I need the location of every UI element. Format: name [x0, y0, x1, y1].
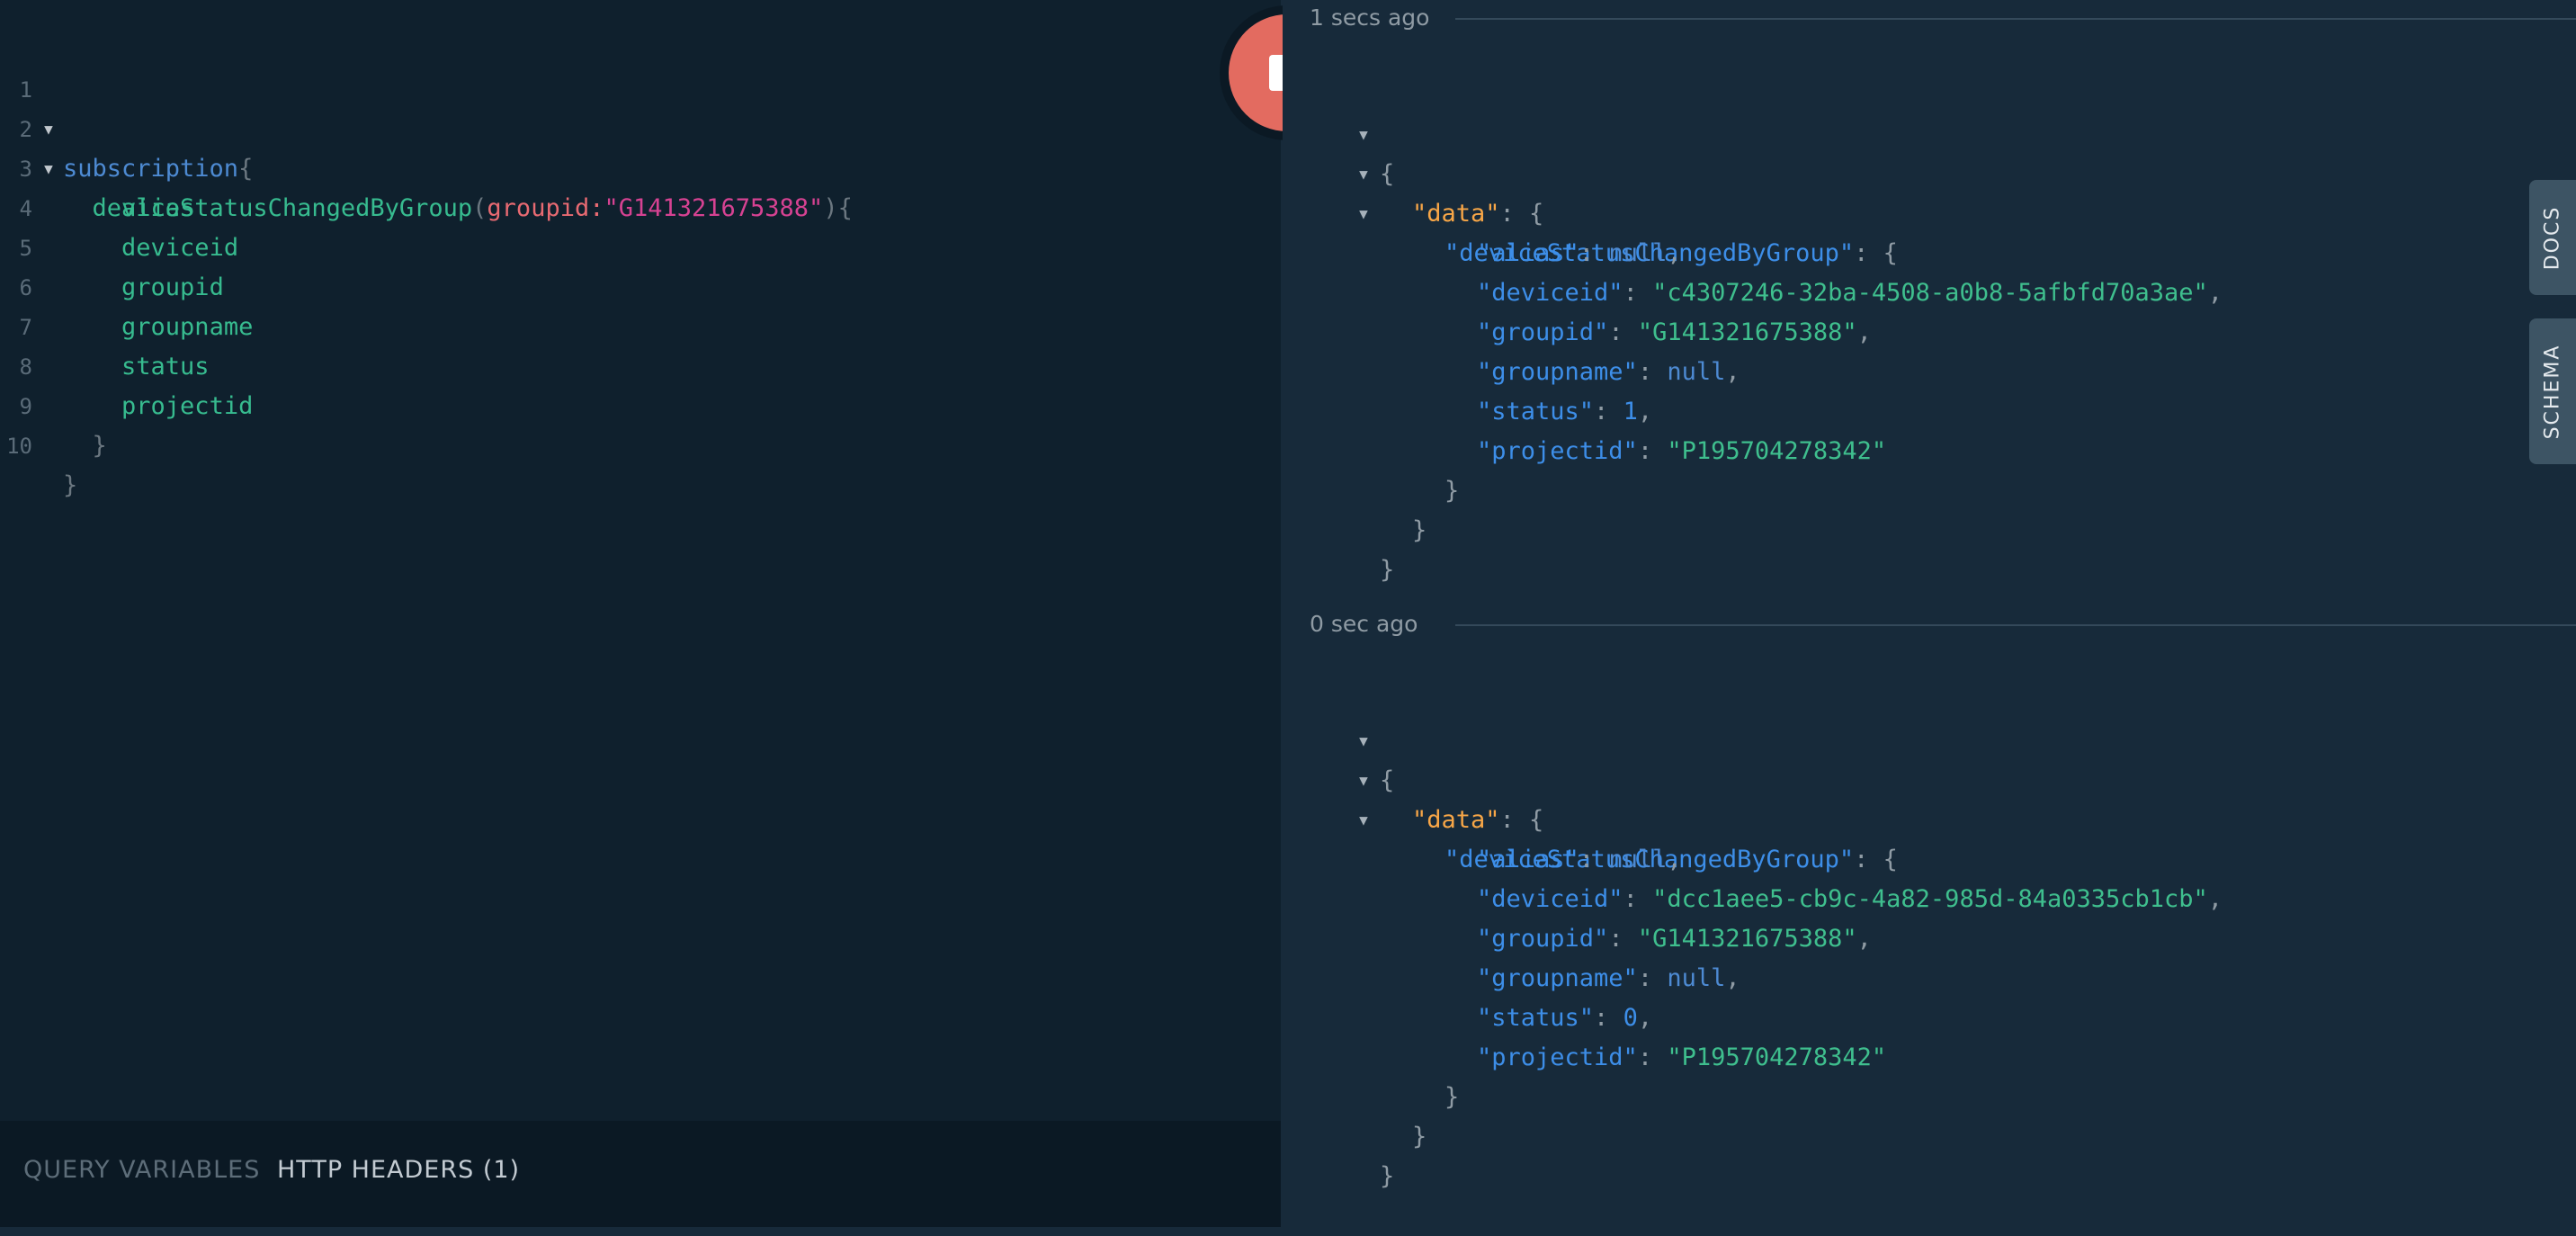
- fold-arrow-icon[interactable]: ▼: [1355, 721, 1373, 761]
- brace: }: [92, 432, 107, 460]
- json-line: ▼ {: [1283, 682, 1394, 794]
- json-line: "groupname": null,: [1477, 358, 1740, 386]
- paren: (: [472, 194, 487, 222]
- json-line: "alias": null,: [1477, 846, 1682, 873]
- json-key: "groupid": [1477, 925, 1609, 953]
- json-line: }: [1445, 1083, 1460, 1111]
- json-value: 1: [1623, 398, 1638, 425]
- fold-arrow-icon[interactable]: ▼: [1355, 194, 1373, 234]
- selection-field: status: [121, 353, 210, 381]
- json-line: "groupname": null,: [1477, 964, 1740, 992]
- tab-query-variables[interactable]: QUERY VARIABLES: [23, 1148, 260, 1193]
- json-key: "deviceid": [1477, 279, 1623, 307]
- editor-line-4: 4 deviceid: [0, 149, 239, 262]
- editor-line-2: 2 ▼ deviceStatusChangedByGroup(groupid:"…: [0, 70, 853, 222]
- docs-tab-label: DOCS: [2541, 205, 2564, 270]
- editor-line-9: 9 }: [0, 347, 107, 460]
- fold-arrow-icon[interactable]: ▼: [1355, 801, 1373, 840]
- selection-field: deviceid: [121, 234, 239, 262]
- json-line: "projectid": "P195704278342": [1477, 437, 1887, 465]
- json-key: "alias": [1477, 846, 1579, 873]
- json-line: }: [1445, 477, 1460, 505]
- json-value: "G141321675388": [1637, 318, 1857, 346]
- argument-value: "G141321675388": [604, 194, 824, 222]
- json-value: null: [1608, 239, 1668, 267]
- query-editor[interactable]: 1 ▼ subscription{ 2 ▼ deviceStatusChange…: [0, 0, 1281, 1121]
- json-line: ▼ {: [1283, 76, 1394, 188]
- json-line: "groupid": "G141321675388",: [1477, 925, 1872, 953]
- fold-arrow-icon[interactable]: ▼: [1355, 761, 1373, 801]
- json-line: "groupid": "G141321675388",: [1477, 318, 1872, 346]
- json-line: }: [1412, 516, 1427, 544]
- json-value: null: [1667, 358, 1726, 386]
- brace: {: [238, 155, 254, 183]
- json-line: }: [1412, 1123, 1427, 1151]
- brace: }: [63, 471, 78, 499]
- json-value: "dcc1aee5-cb9c-4a82-985d-84a0335cb1cb": [1652, 885, 2208, 913]
- json-key-data: "data": [1412, 200, 1500, 228]
- json-line: ▼ "deviceStatusChangedByGroup": {: [1283, 155, 1898, 267]
- json-line: "status": 0,: [1477, 1004, 1653, 1032]
- argument-name: groupid: [487, 194, 590, 222]
- json-line: "status": 1,: [1477, 398, 1653, 425]
- json-line: "deviceid": "c4307246-32ba-4508-a0b8-5af…: [1477, 279, 2223, 307]
- fold-arrow-icon[interactable]: ▼: [1355, 115, 1373, 155]
- paren: ): [823, 194, 838, 222]
- divider: [1455, 18, 2576, 20]
- json-key: "deviceid": [1477, 885, 1623, 913]
- tab-http-headers[interactable]: HTTP HEADERS (1): [277, 1148, 520, 1193]
- json-key-data: "data": [1412, 806, 1500, 834]
- json-line: ▼ "data": {: [1283, 115, 1543, 228]
- json-line: "projectid": "P195704278342": [1477, 1043, 1887, 1071]
- schema-tab[interactable]: SCHEMA: [2529, 318, 2576, 464]
- json-key: "projectid": [1477, 1043, 1638, 1071]
- json-line: }: [1380, 556, 1395, 584]
- results-pane[interactable]: 1 secs ago ▼ { ▼ "data": { ▼ "deviceStat…: [1283, 0, 2576, 1227]
- selection-field: alias: [121, 194, 195, 222]
- json-value: "c4307246-32ba-4508-a0b8-5afbfd70a3ae": [1652, 279, 2208, 307]
- json-key: "status": [1477, 1004, 1595, 1032]
- schema-tab-label: SCHEMA: [2541, 344, 2564, 439]
- json-value: null: [1608, 846, 1668, 873]
- json-key: "status": [1477, 398, 1595, 425]
- subscription-keyword: subscription: [63, 155, 239, 183]
- editor-line-10: 10 }: [0, 387, 88, 499]
- editor-line-8: 8 projectid: [0, 308, 254, 420]
- json-line: ▼ "data": {: [1283, 721, 1543, 834]
- json-value: null: [1667, 964, 1726, 992]
- result-timestamp: 0 sec ago: [1310, 611, 1418, 637]
- json-key: "groupname": [1477, 964, 1638, 992]
- editor-line-7: 7 status: [0, 268, 210, 381]
- line-number: 10: [6, 434, 32, 459]
- json-key: "groupname": [1477, 358, 1638, 386]
- json-value: "P195704278342": [1667, 1043, 1887, 1071]
- json-line: "alias": null,: [1477, 239, 1682, 267]
- result-timestamp: 1 secs ago: [1310, 4, 1430, 31]
- json-key: "groupid": [1477, 318, 1609, 346]
- json-key: "alias": [1477, 239, 1579, 267]
- json-line: ▼ "deviceStatusChangedByGroup": {: [1283, 761, 1898, 873]
- fold-arrow-icon[interactable]: ▼: [1355, 155, 1373, 194]
- editor-line-6: 6 groupname: [0, 228, 254, 341]
- json-value: "G141321675388": [1637, 925, 1857, 953]
- divider: [1455, 624, 2576, 626]
- editor-line-1: 1 ▼ subscription{: [0, 31, 254, 183]
- colon: :: [589, 194, 604, 222]
- json-line: "deviceid": "dcc1aee5-cb9c-4a82-985d-84a…: [1477, 885, 2223, 913]
- json-key: "projectid": [1477, 437, 1638, 465]
- selection-field: groupname: [121, 313, 254, 341]
- bottom-panel-bar: QUERY VARIABLES HTTP HEADERS (1): [0, 1121, 1281, 1227]
- json-line: }: [1380, 1162, 1395, 1190]
- json-value: "P195704278342": [1667, 437, 1887, 465]
- editor-line-3: 3 alias: [0, 110, 195, 222]
- selection-field: projectid: [121, 392, 254, 420]
- docs-tab[interactable]: DOCS: [2529, 180, 2576, 295]
- editor-line-5: 5 groupid: [0, 189, 224, 301]
- json-value: 0: [1623, 1004, 1638, 1032]
- selection-field: groupid: [121, 273, 224, 301]
- query-editor-pane: 1 ▼ subscription{ 2 ▼ deviceStatusChange…: [0, 0, 1281, 1227]
- brace: {: [837, 194, 853, 222]
